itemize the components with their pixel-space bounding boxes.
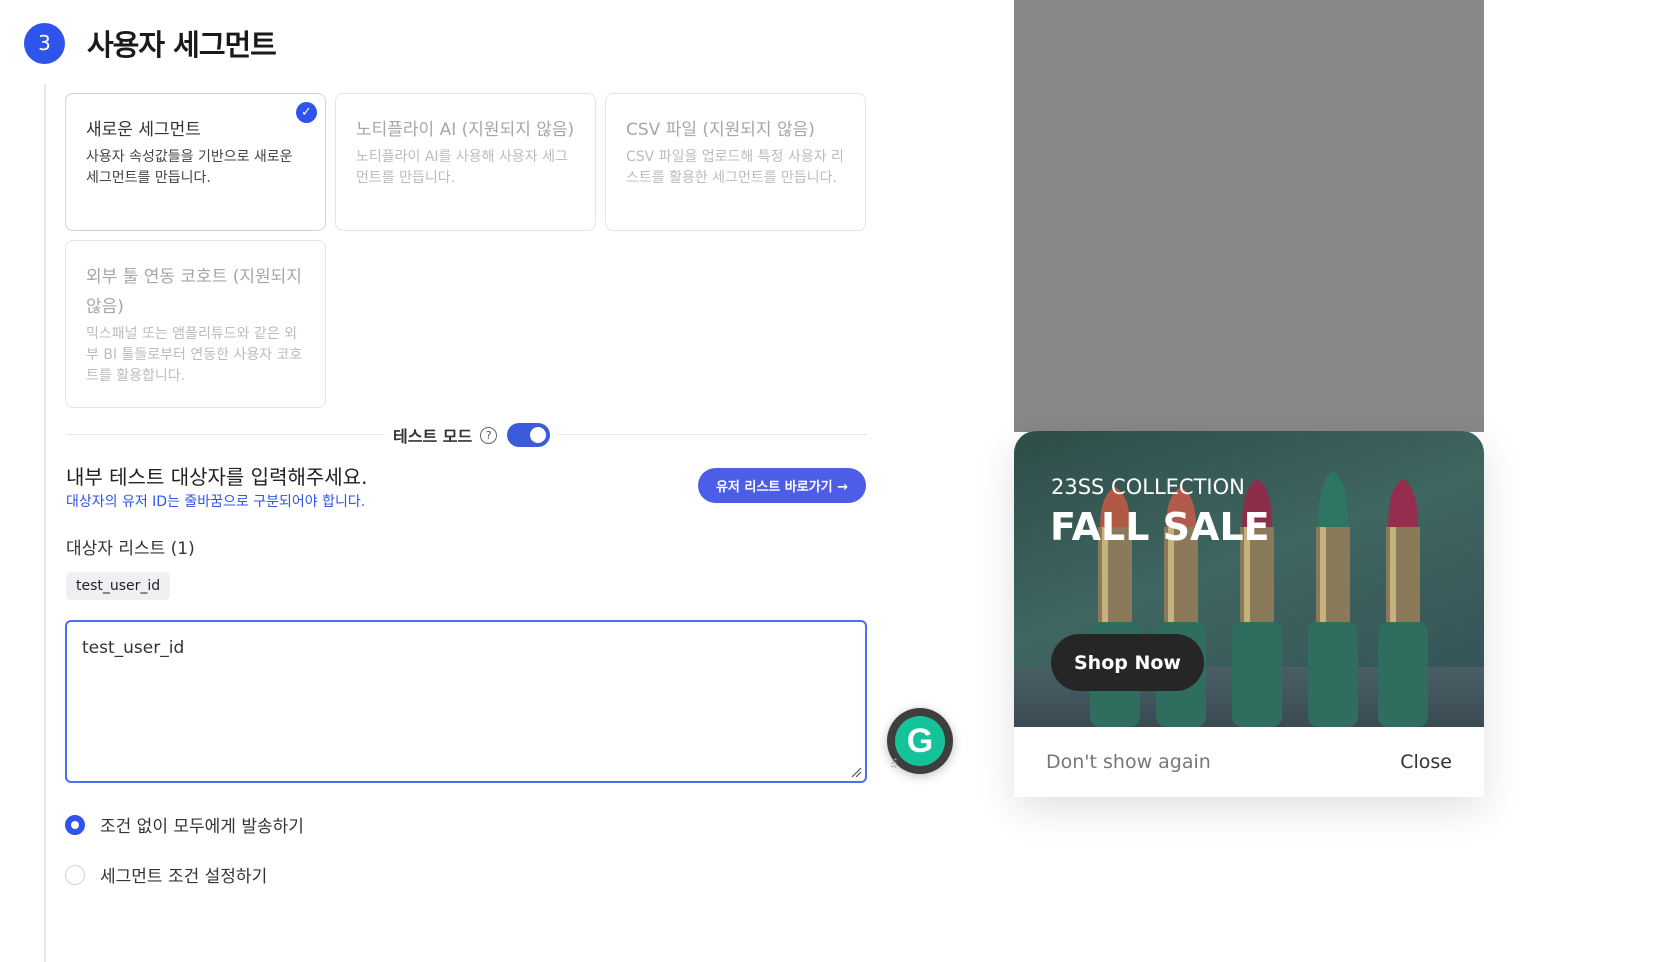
card-title: 새로운 세그먼트 — [86, 120, 201, 140]
card-description: 믹스패널 또는 앰플리튜드와 같은 외부 BI 툴들로부터 연동한 사용자 코호… — [86, 326, 303, 384]
test-target-prompt: 내부 테스트 대상자를 입력해주세요. — [66, 465, 368, 489]
card-description: CSV 파일을 업로드해 특정 사용자 리스트를 활용한 세그먼트를 만듭니다. — [626, 149, 844, 186]
card-description: 노티플라이 AI를 사용해 사용자 세그먼트를 만듭니다. — [356, 149, 568, 186]
banner-image[interactable]: 23SS COLLECTION FALL SALE Shop Now — [1014, 431, 1484, 727]
grammarly-widget[interactable]: G — [887, 708, 953, 774]
segment-card-cohort: 외부 툴 연동 코호트 (지원되지 않음) 믹스패널 또는 앰플리튜드와 같은 … — [65, 240, 326, 408]
step-number-badge: 3 — [24, 22, 65, 64]
target-list-heading: 대상자 리스트 (1) — [66, 539, 195, 559]
card-title: 노티플라이 AI (지원되지 않음) — [356, 120, 575, 140]
popup-footer: Don't show again Close — [1014, 727, 1484, 797]
send-option-segment[interactable]: 세그먼트 조건 설정하기 — [65, 862, 267, 887]
segment-card-ai: 노티플라이 AI (지원되지 않음) 노티플라이 AI를 사용해 사용자 세그먼… — [335, 93, 596, 231]
grammarly-icon: G — [895, 716, 945, 766]
step-header: 3 사용자 세그먼트 — [24, 22, 277, 64]
segment-card-new[interactable]: ✓ 새로운 세그먼트 사용자 속성값들을 기반으로 새로운 세그먼트를 만듭니다… — [65, 93, 326, 231]
card-description: 사용자 속성값들을 기반으로 새로운 세그먼트를 만듭니다. — [86, 149, 293, 186]
radio-label: 조건 없이 모두에게 발송하기 — [100, 817, 304, 837]
test-target-hint: 대상자의 유저 ID는 줄바꿈으로 구분되어야 합니다. — [66, 494, 366, 510]
send-option-all[interactable]: 조건 없이 모두에게 발송하기 — [65, 812, 304, 837]
resize-handle-icon[interactable] — [850, 766, 862, 778]
lipstick-image — [1308, 471, 1358, 727]
section-title: 사용자 세그먼트 — [87, 28, 277, 62]
selected-check-icon: ✓ — [296, 102, 317, 123]
step-connector-line — [44, 84, 46, 962]
shop-now-button[interactable]: Shop Now — [1051, 634, 1204, 691]
close-button[interactable]: Close — [1400, 751, 1452, 773]
dont-show-again-button[interactable]: Don't show again — [1046, 751, 1211, 773]
target-user-id-textarea[interactable]: test_user_id — [65, 620, 867, 783]
toggle-knob — [530, 427, 547, 443]
preview-backdrop — [1014, 0, 1484, 432]
radio-button-unchecked[interactable] — [65, 864, 85, 885]
target-chip[interactable]: test_user_id — [66, 572, 171, 600]
radio-label: 세그먼트 조건 설정하기 — [100, 867, 268, 887]
radio-button-checked[interactable] — [65, 814, 85, 835]
card-title: CSV 파일 (지원되지 않음) — [626, 120, 815, 140]
test-mode-label: 테스트 모드 — [393, 427, 473, 446]
test-mode-toggle[interactable] — [507, 423, 551, 447]
drag-handle-icon[interactable] — [891, 758, 897, 768]
user-list-button[interactable]: 유저 리스트 바로가기 → — [698, 468, 866, 503]
banner-subtitle: 23SS COLLECTION — [1051, 475, 1245, 499]
banner-title: FALL SALE — [1050, 505, 1270, 549]
segment-card-csv: CSV 파일 (지원되지 않음) CSV 파일을 업로드해 특정 사용자 리스트… — [605, 93, 866, 231]
test-mode-row: 테스트 모드 ? — [385, 421, 559, 449]
help-icon[interactable]: ? — [480, 426, 498, 444]
card-title: 외부 툴 연동 코호트 (지원되지 않음) — [86, 267, 302, 317]
lipstick-image — [1378, 479, 1428, 727]
popup-preview: 23SS COLLECTION FALL SALE Shop Now Don't… — [1014, 431, 1484, 797]
textarea-value: test_user_id — [82, 638, 185, 658]
